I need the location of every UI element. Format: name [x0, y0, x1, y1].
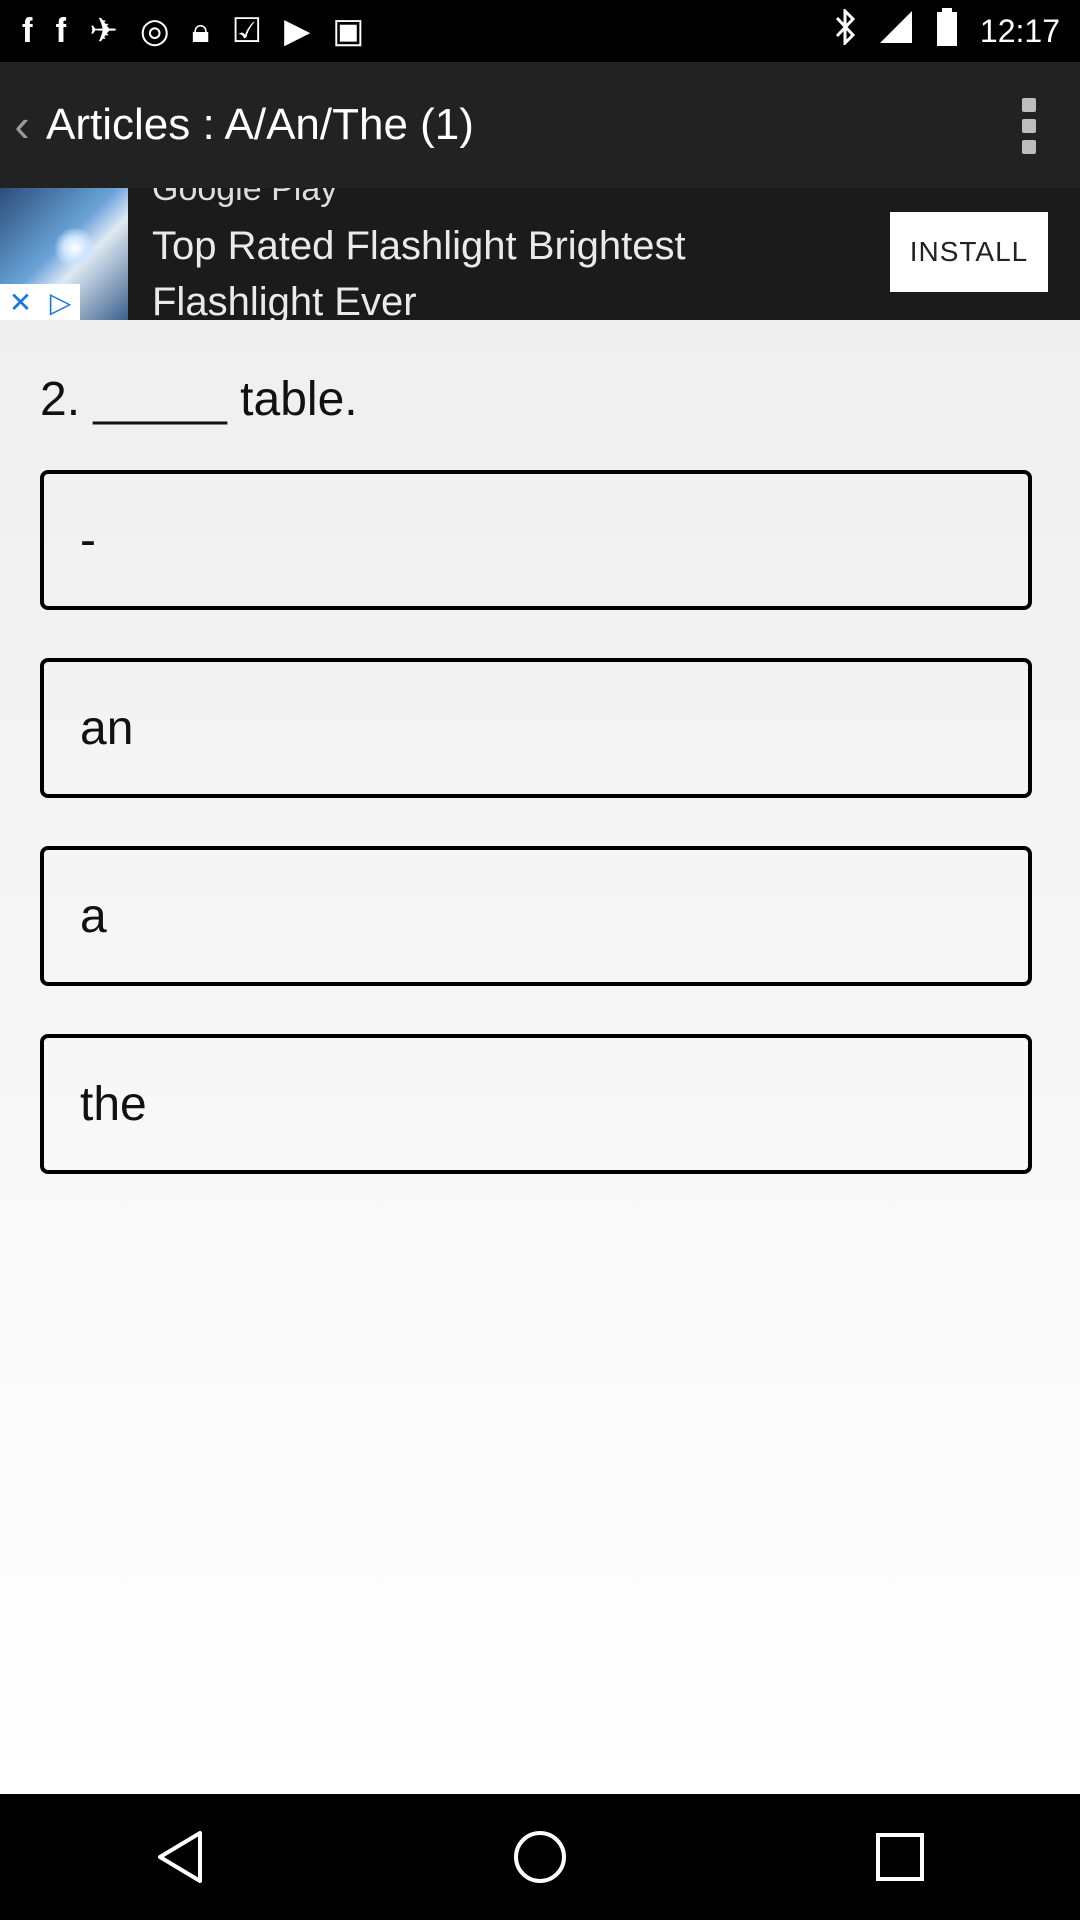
page-title: Articles : A/An/The (1) [46, 100, 474, 149]
question-text: 2. _____ table. [40, 373, 358, 426]
overflow-menu-icon[interactable] [1020, 98, 1038, 154]
close-icon[interactable]: ✕ [9, 286, 32, 319]
flashlight-icon [55, 228, 95, 268]
ad-source: Google Play [152, 188, 338, 208]
home-icon[interactable] [480, 1807, 600, 1907]
quiz-content: 2. _____ table. - an a the [0, 320, 1080, 1794]
system-icons: 12:17 [834, 7, 1080, 54]
status-bar: 𝐟 𝐟 ✈ ◎ 🔒︎ ☑ ▶ ▣ 12:17 [0, 0, 1080, 62]
ad-banner[interactable]: ✕ ▷ Google Play Top Rated Flashlight Bri… [0, 188, 1080, 320]
install-button[interactable]: INSTALL [890, 212, 1048, 292]
answer-option[interactable]: - [40, 470, 1032, 610]
ad-choices[interactable]: ✕ ▷ [0, 284, 80, 320]
ad-headline-line2[interactable]: Flashlight Ever [152, 280, 417, 320]
back-icon[interactable] [120, 1807, 240, 1907]
answer-option[interactable]: the [40, 1034, 1032, 1174]
signal-icon [878, 9, 914, 53]
facebook-icon: 𝐟 [55, 12, 68, 50]
answer-option-label: - [80, 513, 96, 567]
lock-icon: 🔒︎ [191, 12, 210, 50]
facebook-icon: 𝐟 [22, 12, 34, 50]
answer-option-label: a [80, 889, 107, 943]
clock: 12:17 [979, 12, 1060, 49]
play-store-icon: ▶ [284, 12, 311, 50]
fake-gps-icon: ✈ [89, 12, 118, 50]
battery-icon [936, 8, 958, 54]
answer-option-label: an [80, 701, 134, 755]
briefcase-check-icon: ☑ [231, 12, 263, 50]
notification-icons: 𝐟 𝐟 ✈ ◎ 🔒︎ ☑ ▶ ▣ [0, 14, 364, 48]
answer-option-label: the [80, 1077, 147, 1131]
navigation-bar [0, 1794, 1080, 1920]
ad-choices-icon[interactable]: ▷ [50, 286, 72, 319]
answer-option[interactable]: a [40, 846, 1032, 986]
cat-icon: ▣ [332, 12, 365, 50]
ad-headline[interactable]: Top Rated Flashlight Brightest [152, 224, 686, 269]
answer-option[interactable]: an [40, 658, 1032, 798]
bluetooth-icon [834, 7, 856, 53]
back-chevron-icon[interactable]: ‹ [2, 98, 42, 152]
data-saver-icon: ◎ [139, 12, 170, 50]
recents-icon[interactable] [840, 1807, 960, 1907]
app-bar: ‹ Articles : A/An/The (1) [0, 62, 1080, 188]
